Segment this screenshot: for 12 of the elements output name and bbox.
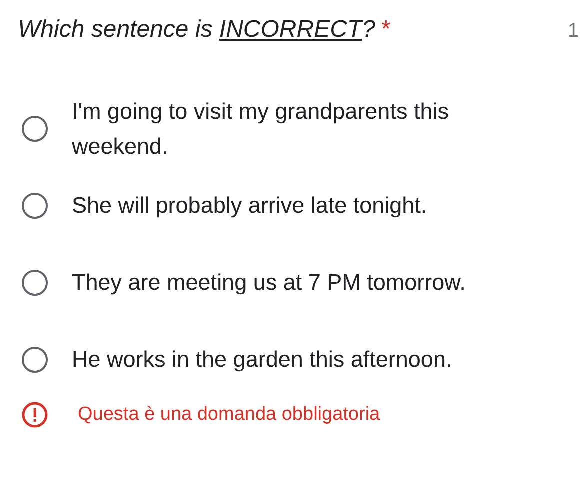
radio-button[interactable] — [22, 270, 48, 296]
option-label: She will probably arrive late tonight. — [72, 192, 428, 220]
error-icon — [22, 402, 48, 428]
radio-button[interactable] — [22, 192, 48, 218]
option-label: He works in the garden this afternoon. — [72, 346, 454, 374]
question-title: Which sentence is INCORRECT? * — [18, 16, 391, 44]
option-label: I'm going to visit my grandparents this weekend. — [72, 98, 450, 160]
points-label: 1 — [568, 20, 579, 43]
radio-button[interactable] — [22, 346, 48, 372]
error-message: Questa è una domanda obbligatoria — [78, 404, 380, 426]
option-label: They are meeting us at 7 PM tomorrow. — [72, 269, 467, 297]
radio-button[interactable] — [22, 116, 48, 142]
